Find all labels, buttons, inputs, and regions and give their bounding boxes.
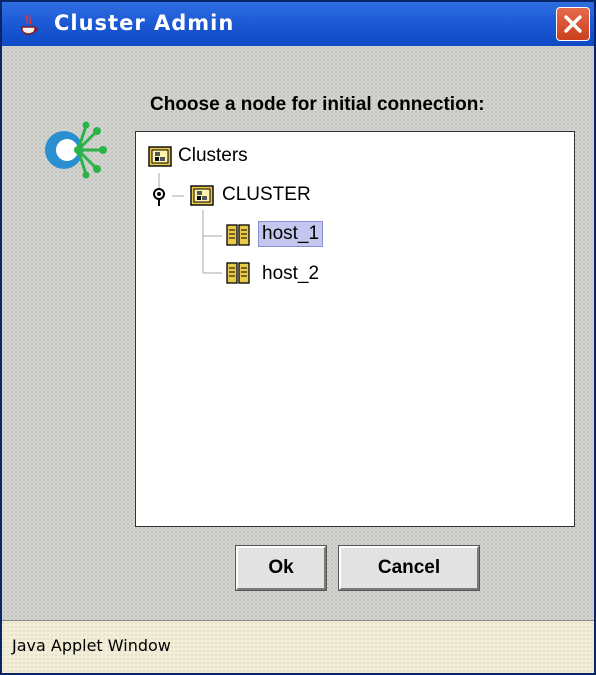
expand-handle-icon[interactable] [151,187,169,207]
connection-prompt: Choose a node for initial connection: [150,94,485,115]
tree-node-label: host_2 [262,263,320,284]
cluster-admin-window: Cluster Admin Choose a node for initial … [0,0,596,675]
server-icon [226,262,250,284]
cluster-folder-icon [190,185,214,206]
cluster-logo-icon [45,121,107,179]
ok-button[interactable]: Ok [235,545,327,591]
cancel-button[interactable]: Cancel [338,545,480,591]
tree-node-label: Clusters [178,145,248,166]
cluster-tree[interactable]: Clusters CLUSTER host_1 host_2 [135,131,575,527]
status-text: Java Applet Window [12,636,171,655]
java-cup-icon [21,14,38,35]
dialog-content: Choose a node for initial connection: Cl… [2,46,594,620]
cluster-folder-icon [148,146,172,167]
server-icon [226,224,250,246]
title-bar[interactable]: Cluster Admin [2,2,594,46]
status-bar: Java Applet Window [2,620,594,673]
close-icon [564,15,582,33]
tree-node-label-selected: host_1 [258,221,324,247]
window-title: Cluster Admin [54,11,235,35]
close-button[interactable] [556,7,590,41]
tree-node-label: CLUSTER [222,184,311,205]
